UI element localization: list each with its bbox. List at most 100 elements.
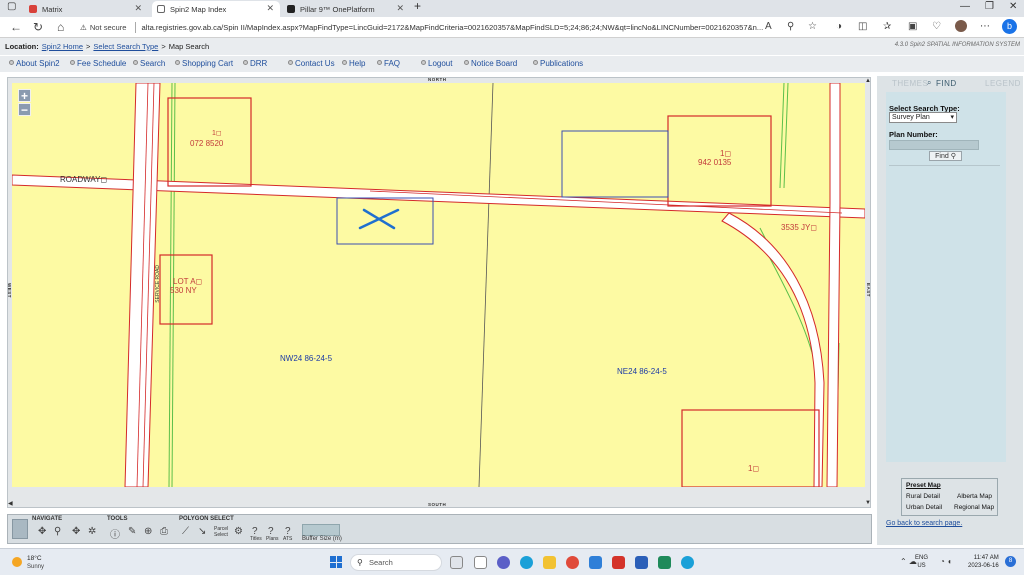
menu-help[interactable]: Help [342,59,365,68]
close-icon[interactable]: ✕ [134,3,142,14]
globe-icon[interactable]: ⊕ [144,526,152,537]
plan-number-input[interactable] [889,140,979,150]
tab-matrix[interactable]: Matrix ✕ [24,1,148,17]
back-arrow-icon[interactable]: ← [10,20,22,34]
language-indicator[interactable]: ENG US [915,554,928,570]
back-to-search-link[interactable]: Go back to search page. [886,520,962,527]
close-window-icon[interactable]: ✕ [1009,1,1017,12]
menu-contact-us[interactable]: Contact Us [288,59,335,68]
navigate-thumbnail-icon[interactable] [12,519,28,539]
tab-legend[interactable]: LEGEND [985,79,1021,88]
preset-urban-detail[interactable]: Urban Detail [906,504,942,511]
measure-icon[interactable]: ✎ [128,526,136,537]
plan-number-label: 530 NY [170,286,197,295]
zoom-icon[interactable]: ⚲ [787,21,794,32]
menu-faq[interactable]: FAQ [377,59,400,68]
compass-north[interactable]: NORTH [428,77,447,82]
menu-fee-schedule[interactable]: Fee Schedule [70,59,126,68]
tab-spin2-map-index[interactable]: Spin2 Map Index ✕ [152,1,280,17]
edge-dev-icon[interactable] [681,556,694,569]
close-icon[interactable]: ✕ [266,3,274,14]
word-icon[interactable] [635,556,648,569]
zoom-out-button[interactable]: − [18,103,31,116]
tab-find[interactable]: FIND [936,79,957,88]
map-corner-arrow-icon[interactable]: ▲ [865,78,871,84]
store-icon[interactable] [589,556,602,569]
compass-south[interactable]: SOUTH [428,502,446,507]
close-icon[interactable]: ✕ [396,3,404,14]
search-type-select[interactable]: Survey Plan ▾ [889,112,957,123]
polygon-select-icon[interactable]: ⟋ [182,526,189,537]
split-screen-icon[interactable]: ◫ [858,21,867,32]
url-field[interactable]: ⚠ Not secure alta.registries.gov.ab.ca/S… [80,20,780,35]
find-button[interactable]: Find ⚲ [929,151,962,161]
map-corner-arrow-icon[interactable]: ◀ [8,500,13,507]
breadcrumb-spin2-home[interactable]: Spin2 Home [42,42,83,51]
home-icon[interactable]: ⌂ [57,20,64,34]
menu-label: Shopping Cart [182,59,234,68]
preset-rural-detail[interactable]: Rural Detail [906,493,940,500]
clock[interactable]: 11:47 AM 2023-06-16 [968,554,999,570]
quarter-section-line [478,83,494,487]
map-corner-arrow-icon[interactable]: ▼ [865,500,871,506]
read-aloud-icon[interactable]: A [765,21,772,32]
windows-start-icon[interactable] [330,556,342,568]
collections-icon[interactable]: ▣ [908,21,917,32]
task-view-icon[interactable] [450,556,463,569]
refresh-icon[interactable]: ↻ [33,20,43,34]
new-tab-icon[interactable]: + [414,0,421,13]
edge-icon[interactable] [520,556,533,569]
menu-publications[interactable]: Publications [533,59,583,68]
warning-icon: ⚠ [80,23,87,32]
sun-icon[interactable] [12,557,22,567]
zoom-out-tool-icon[interactable]: ✥ [72,526,80,537]
print-icon[interactable]: ⎙ [160,526,168,537]
map-canvas[interactable]: 1◻ 072 8520 1◻ 942 0135 ROADWAY◻ 3535 JY… [12,83,865,487]
weather-condition: Sunny [27,564,45,570]
menu-search[interactable]: Search [133,59,165,68]
file-explorer-icon[interactable] [543,556,556,569]
menu-drr[interactable]: DRR [243,59,267,68]
zoom-in-tool-icon[interactable]: ⚲ [54,526,61,537]
profile-avatar[interactable] [955,20,967,32]
teams-chat-icon[interactable] [497,556,510,569]
preset-regional-map[interactable]: Regional Map [954,504,994,511]
menu-logout[interactable]: Logout [421,59,452,68]
lang-region: US [917,563,926,569]
parcel-select-icon[interactable]: ↘ [198,526,206,537]
bullet-icon [133,60,138,65]
taskbar-search-label: Search [369,558,393,567]
maximize-icon[interactable]: ❐ [985,1,994,12]
menu-shopping-cart[interactable]: Shopping Cart [175,59,233,68]
parcel-select-tool-icon[interactable]: ⚙ [234,526,243,537]
tab-themes[interactable]: THEMES [892,79,928,88]
weather-temperature[interactable]: 18°C [27,555,42,562]
chrome-icon[interactable] [566,556,579,569]
zoom-in-button[interactable]: + [18,89,31,102]
taskbar-search[interactable]: ⚲ Search [350,554,442,571]
preset-alberta-map[interactable]: Alberta Map [957,493,992,500]
extension-icon[interactable]: ◑ [836,21,842,32]
menu-notice-board[interactable]: Notice Board [464,59,517,68]
widgets-icon[interactable] [474,556,487,569]
tab-actions-icon[interactable]: ▢ [7,1,16,12]
excel-icon[interactable] [658,556,671,569]
info-icon[interactable]: ⓘ [110,526,120,541]
minimize-icon[interactable]: — [960,1,970,12]
acrobat-icon[interactable] [612,556,625,569]
menu-about-spin2[interactable]: About Spin2 [9,59,60,68]
compass-east[interactable]: EAST [866,283,871,297]
breadcrumb-select-search-type[interactable]: Select Search Type [93,42,158,51]
pan-icon[interactable]: ✥ [38,526,46,537]
browser-essentials-icon[interactable]: ♡ [932,21,941,32]
wifi-volume-icon[interactable]: ◔ ◖ [940,557,952,566]
favorites-icon[interactable]: ✰ [883,21,891,32]
parcel-select-label[interactable]: Parcel Select [214,526,228,538]
full-extent-icon[interactable]: ✲ [88,526,96,537]
more-menu-icon[interactable]: ⋯ [980,21,990,32]
tab-pillar9[interactable]: Pillar 9™ OnePlatform ✕ [282,1,410,17]
favorite-star-icon[interactable]: ☆ [808,21,817,32]
buffer-size-input[interactable] [302,524,340,536]
bing-chat-icon[interactable]: b [1002,19,1017,34]
notification-badge-icon[interactable]: 8 [1005,556,1016,567]
